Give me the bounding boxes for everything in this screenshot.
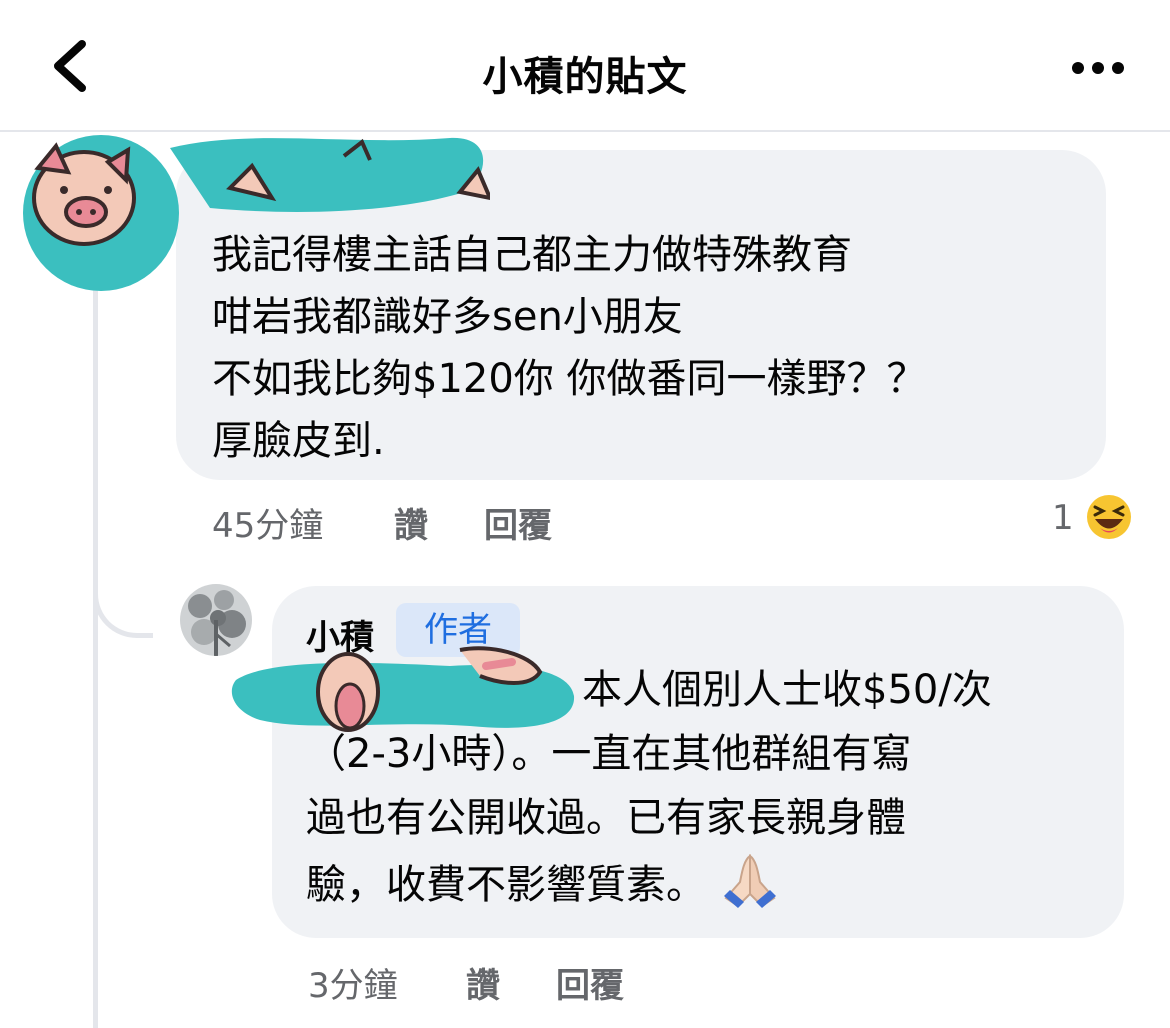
like-button[interactable]: 讚 [466, 958, 500, 1007]
top-bar: 小積的貼文 [0, 0, 1170, 132]
folded-hands-emoji-icon [724, 854, 776, 908]
redaction-scribble [230, 640, 580, 740]
reaction-badge[interactable] [1082, 490, 1136, 544]
reply-actions: 3分鐘 讚 回覆 [0, 958, 1170, 1006]
thread-connector [93, 560, 153, 638]
reply-button[interactable]: 回覆 [484, 498, 552, 547]
page-title: 小積的貼文 [482, 54, 688, 100]
comment-line: 厚臉皮到. [212, 418, 385, 464]
reply-button[interactable]: 回覆 [556, 958, 624, 1007]
more-horizontal-icon [1072, 62, 1124, 74]
comment-line: 不如我比夠$120你 你做番同一樣野？？ [212, 356, 927, 402]
like-button[interactable]: 讚 [394, 498, 428, 547]
reaction-count[interactable]: 1 [1052, 498, 1074, 538]
laughing-emoji-icon [1084, 492, 1134, 542]
reply-line-last: 驗，收費不影響質素。 [306, 850, 992, 917]
redaction-scribble [20, 128, 494, 298]
reply-time: 3分鐘 [308, 966, 398, 1006]
thread-line [93, 250, 98, 1028]
post-comments-page: 小積的貼文 我記得樓主話自己都主力做特殊教育 咁岩我都識好多sen小朋友 不如我… [0, 0, 1170, 1028]
comment-time: 45分鐘 [212, 506, 324, 546]
comment-actions: 45分鐘 讚 回覆 [0, 498, 1170, 546]
reply-line: 驗，收費不影響質素。 [306, 862, 706, 908]
more-options-button[interactable] [1066, 48, 1130, 88]
reply-line: 過也有公開收過。已有家長親身體 [306, 795, 906, 841]
